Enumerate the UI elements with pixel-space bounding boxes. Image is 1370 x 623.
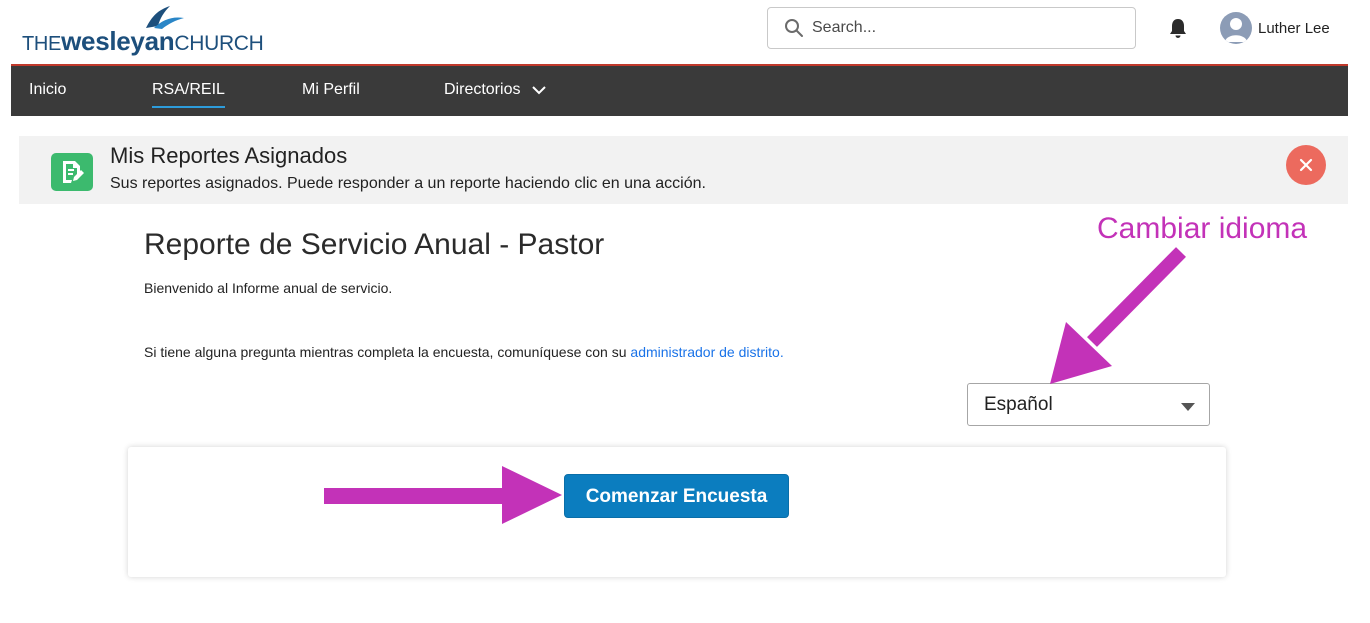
- close-icon: [1299, 158, 1313, 172]
- language-selected-value: Español: [984, 394, 1053, 415]
- close-button[interactable]: [1286, 145, 1326, 185]
- user-menu[interactable]: Luther Lee: [1220, 12, 1330, 44]
- search-box[interactable]: [767, 7, 1136, 49]
- caret-down-icon: [1181, 403, 1195, 411]
- top-header: THEwesleyanCHURCH Luther Lee: [0, 0, 1370, 64]
- logo-church: CHURCH: [174, 32, 264, 55]
- question-text: Si tiene alguna pregunta mientras comple…: [144, 344, 784, 360]
- page-header: Mis Reportes Asignados Sus reportes asig…: [19, 136, 1348, 204]
- district-admin-link[interactable]: administrador de distrito.: [630, 344, 783, 360]
- language-select[interactable]: Español: [967, 383, 1210, 426]
- search-icon: [785, 19, 803, 37]
- report-title: Reporte de Servicio Anual - Pastor: [144, 228, 605, 261]
- page-subtitle: Sus reportes asignados. Puede responder …: [110, 175, 706, 192]
- nav-item-directorios-label: Directorios: [444, 81, 521, 98]
- wesleyan-logo[interactable]: THEwesleyanCHURCH: [22, 4, 264, 56]
- chevron-down-icon: [532, 86, 546, 95]
- logo-wesleyan: wesleyan: [61, 26, 175, 56]
- question-prefix: Si tiene alguna pregunta mientras comple…: [144, 344, 627, 360]
- search-input[interactable]: [812, 19, 1112, 37]
- main-nav: Inicio RSA/REIL Mi Perfil Directorios: [11, 64, 1348, 116]
- user-name: Luther Lee: [1258, 19, 1330, 37]
- logo-the: THE: [22, 33, 62, 55]
- report-edit-icon: [51, 153, 93, 191]
- nav-item-rsa-reil[interactable]: RSA/REIL: [152, 66, 225, 116]
- nav-item-mi-perfil[interactable]: Mi Perfil: [302, 66, 360, 116]
- nav-item-directorios[interactable]: Directorios: [444, 66, 547, 116]
- nav-item-inicio[interactable]: Inicio: [29, 66, 66, 116]
- user-avatar-icon: [1220, 12, 1252, 44]
- bell-icon[interactable]: [1166, 16, 1190, 40]
- page-title: Mis Reportes Asignados: [110, 143, 348, 168]
- annotation-change-language: Cambiar idioma: [1097, 212, 1308, 245]
- welcome-text: Bienvenido al Informe anual de servicio.: [144, 280, 393, 296]
- arrow-to-language-select: [1050, 247, 1186, 384]
- start-survey-button[interactable]: Comenzar Encuesta: [564, 474, 789, 518]
